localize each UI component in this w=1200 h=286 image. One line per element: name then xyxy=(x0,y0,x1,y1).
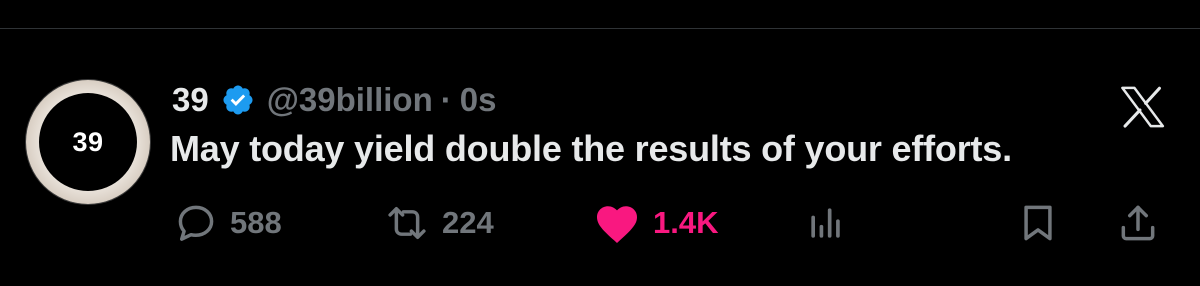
repost-button[interactable]: 224 xyxy=(384,200,494,246)
display-name[interactable]: 39 xyxy=(172,81,209,119)
bookmark-button[interactable] xyxy=(1016,200,1060,246)
handle[interactable]: @39billion xyxy=(267,81,433,119)
avatar-inner: 39 xyxy=(39,93,137,191)
x-logo-icon xyxy=(1118,86,1168,128)
avatar-text: 39 xyxy=(72,126,104,157)
avatar[interactable]: 39 xyxy=(26,80,150,204)
verified-badge-icon xyxy=(221,83,255,117)
share-icon xyxy=(1116,201,1160,245)
share-button[interactable] xyxy=(1116,200,1160,246)
like-button[interactable]: 1.4K xyxy=(593,200,718,246)
bookmark-icon xyxy=(1016,201,1060,245)
like-count: 1.4K xyxy=(653,205,719,240)
views-button[interactable] xyxy=(804,200,848,246)
reply-icon xyxy=(174,201,218,245)
reply-button[interactable]: 588 xyxy=(174,200,282,246)
views-icon xyxy=(804,201,848,245)
reply-count: 588 xyxy=(230,205,282,240)
heart-icon xyxy=(593,201,641,245)
separator-dot: · xyxy=(440,81,452,118)
tweet-text: May today yield double the results of yo… xyxy=(170,128,1012,169)
repost-count: 224 xyxy=(442,205,494,240)
top-divider xyxy=(0,28,1200,29)
action-bar: 588 224 1.4K xyxy=(0,200,1200,246)
timestamp[interactable]: 0s xyxy=(460,81,497,119)
tweet-header: 39 @39billion · 0s xyxy=(172,80,496,120)
repost-icon xyxy=(384,201,430,245)
